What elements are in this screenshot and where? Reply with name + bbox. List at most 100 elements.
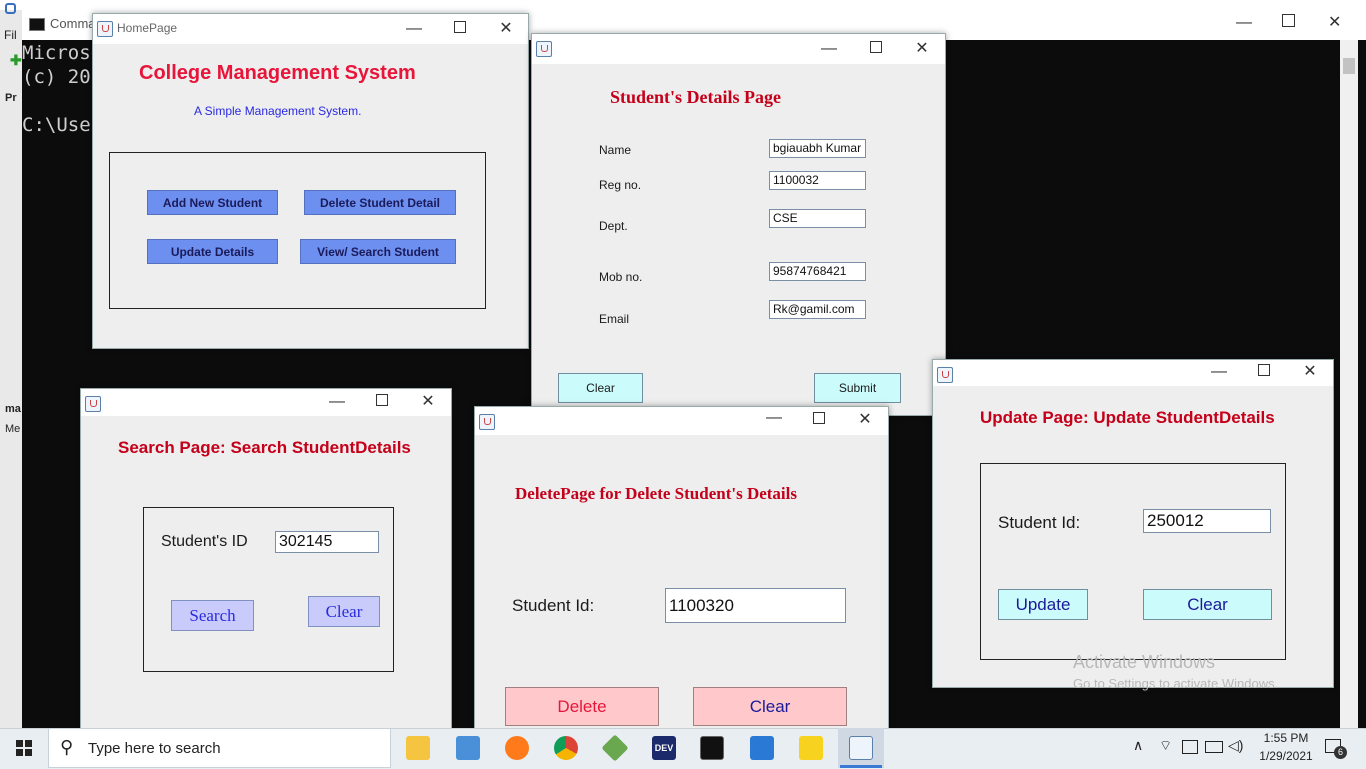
java-icon <box>536 41 552 57</box>
delete-button[interactable]: Delete <box>505 687 659 726</box>
search-student-id-field[interactable]: 302145 <box>275 531 379 553</box>
network-folder-icon[interactable] <box>456 736 480 760</box>
cmd-scroll-thumb[interactable] <box>1343 58 1355 74</box>
netbeans-side-panel <box>0 10 23 728</box>
minimize-icon[interactable]: — <box>326 391 348 413</box>
minimize-icon[interactable]: — <box>763 407 785 429</box>
taskbar-date[interactable]: 1/29/2021 <box>1254 749 1318 763</box>
cmd-line-3: C:\User <box>22 114 103 136</box>
homepage-window: HomePage — ✕ College Management System A… <box>92 13 529 349</box>
java-icon <box>479 414 495 430</box>
mob-no-field[interactable]: 95874768421 <box>769 262 866 281</box>
maximize-icon[interactable] <box>449 18 471 40</box>
java-icon <box>97 21 113 37</box>
dev-cpp-icon[interactable]: DEV <box>652 736 676 760</box>
cmd-line-1: Microso <box>22 42 103 64</box>
student-id-label: Student's ID <box>161 533 248 550</box>
security-icon[interactable] <box>1182 740 1198 754</box>
notification-count-badge: 6 <box>1334 746 1347 759</box>
delete-clear-button[interactable]: Clear <box>693 687 847 726</box>
minimize-icon[interactable]: — <box>818 38 840 60</box>
email-field[interactable]: Rk@gamil.com <box>769 300 866 319</box>
cmd-window-title: Comma <box>50 16 96 31</box>
add-new-student-button[interactable]: Add New Student <box>147 190 278 215</box>
close-icon[interactable]: ✕ <box>854 409 876 431</box>
homepage-heading: College Management System <box>139 62 416 84</box>
delete-student-detail-button[interactable]: Delete Student Detail <box>304 190 456 215</box>
minimize-icon[interactable]: — <box>1208 361 1230 383</box>
file-explorer-icon[interactable] <box>406 736 430 760</box>
cmd-icon[interactable] <box>700 736 724 760</box>
details-titlebar: — ✕ <box>532 34 945 64</box>
maximize-icon[interactable] <box>1253 361 1275 383</box>
java-icon[interactable] <box>849 736 873 760</box>
maximize-icon[interactable] <box>865 38 887 60</box>
delete-window: — ✕ DeletePage for Delete Student's Deta… <box>474 406 889 730</box>
update-clear-button[interactable]: Clear <box>1143 589 1272 620</box>
close-icon[interactable]: ✕ <box>417 391 439 413</box>
ide-menu-file[interactable]: Fil <box>4 28 17 42</box>
close-icon[interactable]: ✕ <box>495 18 517 40</box>
vscode-icon[interactable] <box>750 736 774 760</box>
search-titlebar: — ✕ <box>81 389 451 416</box>
delete-heading: DeletePage for Delete Student's Details <box>515 484 797 503</box>
battery-icon[interactable] <box>1205 741 1223 753</box>
homepage-subtitle: A Simple Management System. <box>194 104 362 118</box>
maximize-icon[interactable] <box>371 391 393 413</box>
update-button[interactable]: Update <box>998 589 1088 620</box>
cmd-app-icon <box>29 18 45 31</box>
delete-titlebar: — ✕ <box>475 407 888 435</box>
reg-no-label: Reg no. <box>599 178 642 192</box>
activate-windows-subtitle: Go to Settings to activate Windows. <box>1073 676 1279 691</box>
ide-navigator-tab[interactable]: ma <box>5 403 21 415</box>
windows-start-icon[interactable] <box>16 740 32 756</box>
name-field[interactable]: bgiauabh Kumar <box>769 139 866 158</box>
chrome-icon[interactable] <box>554 736 578 760</box>
dept-label: Dept. <box>599 219 628 233</box>
netbeans-titlebar <box>0 0 1366 10</box>
search-button[interactable]: Search <box>171 600 254 631</box>
netbeans-app-icon <box>5 3 16 14</box>
wifi-icon[interactable]: ⌔ <box>1159 737 1172 755</box>
delete-student-id-field[interactable]: 1100320 <box>665 588 846 623</box>
maximize-icon[interactable] <box>808 409 830 431</box>
update-student-id-label: Student Id: <box>998 513 1081 532</box>
cmd-scrollbar[interactable] <box>1340 40 1358 728</box>
delete-student-id-label: Student Id: <box>512 596 595 615</box>
cmd-maximize-icon[interactable] <box>1282 14 1295 27</box>
homepage-window-title: HomePage <box>117 21 178 35</box>
student-details-window: — ✕ Student's Details Page Name Reg no. … <box>531 33 946 416</box>
cmd-minimize-icon[interactable]: — <box>1236 14 1252 32</box>
update-panel <box>980 463 1286 660</box>
update-student-id-field[interactable]: 250012 <box>1143 509 1271 533</box>
taskbar-search-placeholder[interactable]: Type here to search <box>88 740 221 757</box>
reg-no-field[interactable]: 1100032 <box>769 171 866 190</box>
ide-members-label: Me <box>5 423 21 435</box>
volume-icon[interactable]: ◁) <box>1228 737 1243 754</box>
chevron-up-icon[interactable]: ∧ <box>1133 737 1143 754</box>
minimize-icon[interactable]: — <box>403 18 425 40</box>
mob-no-label: Mob no. <box>599 270 643 284</box>
cmd-line-2: (c) 202 <box>22 66 103 88</box>
dept-field[interactable]: CSE <box>769 209 866 228</box>
view-search-student-button[interactable]: View/ Search Student <box>300 239 456 264</box>
details-clear-button[interactable]: Clear <box>558 373 643 403</box>
ide-projects-tab[interactable]: Pr <box>5 92 17 104</box>
close-icon[interactable]: ✕ <box>911 38 933 60</box>
ide-run-icon[interactable]: ✚ <box>10 52 22 69</box>
search-window: — ✕ Search Page: Search StudentDetails S… <box>80 388 452 730</box>
cmd-close-icon[interactable]: ✕ <box>1328 12 1341 32</box>
name-label: Name <box>599 143 632 157</box>
search-clear-button[interactable]: Clear <box>308 596 380 627</box>
homepage-titlebar: HomePage — ✕ <box>93 14 528 44</box>
firefox-icon[interactable] <box>505 736 529 760</box>
details-heading: Student's Details Page <box>610 87 781 107</box>
taskbar-time[interactable]: 1:55 PM <box>1260 731 1312 745</box>
update-details-button[interactable]: Update Details <box>147 239 278 264</box>
details-submit-button[interactable]: Submit <box>814 373 901 403</box>
close-icon[interactable]: ✕ <box>1299 361 1321 383</box>
search-heading: Search Page: Search StudentDetails <box>118 438 411 457</box>
activate-windows-title: Activate Windows <box>1073 652 1216 672</box>
java-icon <box>937 367 953 383</box>
sticky-notes-icon[interactable] <box>799 736 823 760</box>
